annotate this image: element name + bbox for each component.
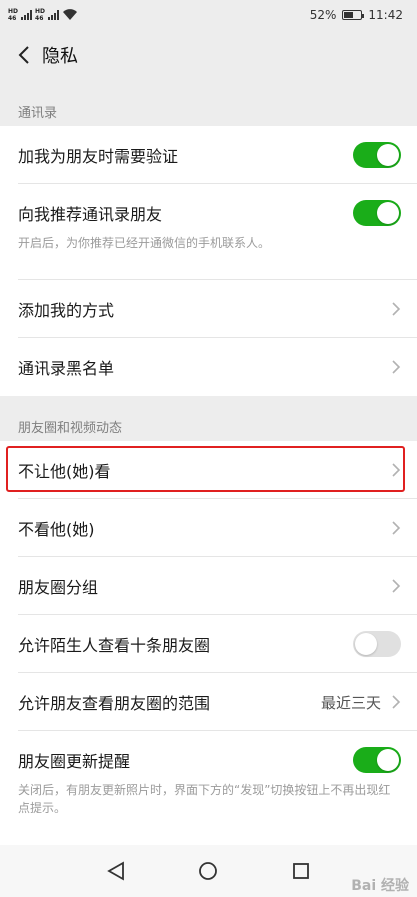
toggle-knob (377, 749, 399, 771)
add-method-label: 添加我的方式 (18, 301, 115, 320)
recommend-row[interactable]: 向我推荐通讯录朋友 开启后，为你推荐已经开通微信的手机联系人。 (0, 184, 417, 280)
header: 隐私 (0, 30, 417, 80)
update-toggle[interactable] (353, 747, 401, 773)
sim2-label: HD 46 (35, 8, 46, 22)
update-top: 朋友圈更新提醒 (18, 747, 401, 773)
chevron-right-icon (392, 463, 401, 477)
range-row[interactable]: 允许朋友查看朋友圈的范围 最近三天 (0, 673, 417, 731)
sim1-label: HD 46 (8, 8, 19, 22)
status-bar: HD 46 HD 46 52% 11:42 (0, 0, 417, 30)
groups-row[interactable]: 朋友圈分组 (0, 557, 417, 615)
back-arrow-icon[interactable] (14, 45, 34, 65)
recommend-toggle[interactable] (353, 200, 401, 226)
contacts-group: 加我为朋友时需要验证 向我推荐通讯录朋友 开启后，为你推荐已经开通微信的手机联系… (0, 126, 417, 396)
recommend-description: 开启后，为你推荐已经开通微信的手机联系人。 (18, 236, 271, 250)
chevron-right-icon (392, 360, 401, 374)
update-description: 关闭后，有朋友更新照片时，界面下方的“发现”切换按钮上不再出现红点提示。 (18, 783, 391, 815)
strangers-row[interactable]: 允许陌生人查看十条朋友圈 (0, 615, 417, 673)
verify-toggle[interactable] (353, 142, 401, 168)
moments-group: 不让他(她)看 不看他(她) 朋友圈分组 允许陌生人查看十条朋友圈 允许朋友查看… (0, 441, 417, 849)
strangers-toggle[interactable] (353, 631, 401, 657)
range-value: 最近三天 (320, 693, 381, 712)
battery-fill (344, 12, 353, 18)
chevron-right-icon (392, 579, 401, 593)
toggle-knob (377, 144, 399, 166)
dont-see-row[interactable]: 不看他(她) (0, 499, 417, 557)
verify-row[interactable]: 加我为朋友时需要验证 (0, 126, 417, 184)
recommend-top: 向我推荐通讯录朋友 (18, 200, 401, 226)
groups-label: 朋友圈分组 (18, 578, 99, 597)
home-circle-icon[interactable] (193, 856, 223, 886)
page-title: 隐私 (42, 46, 78, 67)
recommend-label: 向我推荐通讯录朋友 (18, 205, 163, 224)
status-left: HD 46 HD 46 (8, 8, 78, 22)
back-triangle-icon[interactable] (101, 856, 131, 886)
clock: 11:42 (368, 8, 403, 22)
chevron-right-icon (392, 521, 401, 535)
watermark-logo: Bai 经验 (351, 878, 409, 894)
update-label: 朋友圈更新提醒 (18, 752, 131, 771)
signal-icon-2 (48, 10, 60, 20)
range-label: 允许朋友查看朋友圈的范围 (18, 694, 211, 713)
wifi-icon (63, 9, 78, 20)
update-row[interactable]: 朋友圈更新提醒 关闭后，有朋友更新照片时，界面下方的“发现”切换按钮上不再出现红… (0, 731, 417, 849)
toggle-knob (377, 202, 399, 224)
hide-from-label: 不让他(她)看 (18, 462, 111, 481)
battery-icon (342, 10, 365, 20)
add-method-row[interactable]: 添加我的方式 (0, 280, 417, 338)
status-right: 52% 11:42 (310, 8, 403, 22)
signal-icon (21, 10, 33, 20)
recents-square-icon[interactable] (286, 856, 316, 886)
strangers-label: 允许陌生人查看十条朋友圈 (18, 636, 211, 655)
toggle-knob (355, 633, 377, 655)
dont-see-label: 不看他(她) (18, 520, 95, 539)
hide-from-row[interactable]: 不让他(她)看 (0, 441, 417, 499)
chevron-right-icon (392, 302, 401, 316)
chevron-right-icon (392, 695, 401, 709)
blacklist-label: 通讯录黑名单 (18, 359, 115, 378)
battery-percent: 52% (309, 8, 337, 22)
verify-label: 加我为朋友时需要验证 (18, 147, 179, 166)
blacklist-row[interactable]: 通讯录黑名单 (0, 338, 417, 396)
